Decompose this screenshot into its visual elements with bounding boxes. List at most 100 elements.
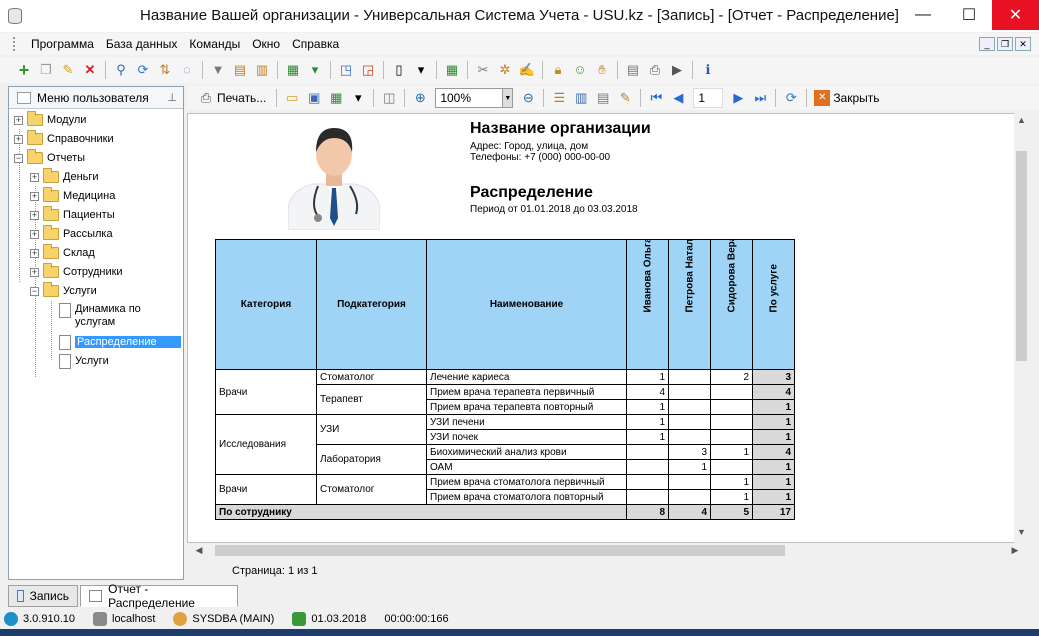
filter-remove-icon[interactable]: ▥ [254,62,270,78]
pin-icon[interactable]: ⊥ [167,91,177,104]
tree-item-reports[interactable]: − Отчеты [14,149,85,167]
expand-icon[interactable]: + [30,248,39,258]
menu-help[interactable]: Справка [286,37,345,51]
table-icon[interactable]: ▤ [625,62,641,78]
scroll-down-icon[interactable]: ▼ [1014,527,1029,543]
report-viewer: Название организации Адрес: Город, улица… [187,113,1029,543]
scroll-thumb[interactable] [1016,151,1027,361]
info-icon[interactable]: ℹ [700,62,716,78]
sort-icon[interactable]: ⇅ [157,62,173,78]
new-window-icon[interactable]: ◳ [338,62,354,78]
export-menu-icon[interactable]: ▾ [350,90,366,106]
zoom-out-icon[interactable]: ⊖ [520,90,536,106]
vertical-scrollbar[interactable]: ▲ ▼ [1014,113,1029,543]
expand-icon[interactable]: + [30,229,39,239]
scroll-up-icon[interactable]: ▲ [1014,115,1029,131]
collapse-icon[interactable]: − [30,286,39,296]
totals-label: По сотруднику [215,504,627,520]
menu-database[interactable]: База данных [100,37,183,51]
close-window-button[interactable]: ✕ [992,0,1039,30]
expand-icon[interactable]: + [30,191,39,201]
scroll-left-icon[interactable]: ◀ [191,543,207,558]
column-chooser-icon[interactable]: ▯ [391,62,407,78]
tree-item-services-report[interactable]: Услуги [59,352,109,370]
save-icon[interactable]: ▣ [306,90,322,106]
edit-pencil-icon[interactable]: ✎ [60,62,76,78]
scroll-right-icon[interactable]: ▶ [1007,543,1023,558]
window-close-icon[interactable]: ◲ [360,62,376,78]
mdi-restore-button[interactable]: ❐ [997,37,1013,51]
tree-item-medicine[interactable]: + Медицина [30,187,115,205]
media-icon[interactable]: ▶ [669,62,685,78]
scroll-thumb[interactable] [215,545,785,556]
close-report-icon[interactable]: ✕ [814,90,831,106]
export-icon[interactable]: ▦ [328,90,344,106]
page-layout-icon[interactable]: ▥ [573,90,589,106]
tree-item-services-dynamics[interactable]: Динамика по услугам [59,303,155,333]
last-page-icon[interactable]: ⏭ [752,90,768,106]
preview-icon[interactable]: ◫ [381,90,397,106]
expand-icon[interactable]: + [30,210,39,220]
delete-icon[interactable]: ✕ [82,62,98,78]
menu-window[interactable]: Окно [246,37,286,51]
maximize-button[interactable]: ☐ [946,0,992,30]
add-icon[interactable]: + [16,61,32,79]
expand-icon[interactable]: + [30,267,39,277]
menu-program[interactable]: Программа [25,37,100,51]
tree-item-services[interactable]: − Услуги [30,282,97,300]
settings-icon[interactable]: ✲ [497,62,513,78]
calendar-icon[interactable]: ▦ [444,62,460,78]
search-icon[interactable]: ⚲ [113,62,129,78]
tree-item-distribution[interactable]: Распределение [59,333,181,351]
tab-report-distribution[interactable]: Отчет - Распределение [80,582,238,610]
filter-icon[interactable]: ▼ [210,62,226,78]
filter-add-icon[interactable]: ▤ [232,62,248,78]
export-excel-icon[interactable]: ▦ [285,62,301,78]
page-number-input[interactable]: 1 [693,88,724,108]
comment-icon[interactable]: ◌ [179,62,195,78]
print-icon[interactable]: ⎙ [647,62,663,78]
users-icon[interactable]: ☺ [572,62,588,78]
print-button[interactable]: Печать... [217,91,266,105]
print-icon[interactable]: ⎙ [198,90,214,106]
close-report-button[interactable]: Закрыть [833,91,879,105]
refresh-icon[interactable]: ⟳ [135,62,151,78]
expand-icon[interactable]: + [30,172,39,182]
expand-icon[interactable]: + [14,115,23,125]
refresh-icon[interactable]: ⟳ [783,90,799,106]
menu-bar: Программа База данных Команды Окно Справ… [0,33,1039,55]
tree-item-patients[interactable]: + Пациенты [30,206,115,224]
collapse-icon[interactable]: − [14,153,23,163]
toolbar-grip[interactable] [13,37,19,51]
zoom-select[interactable]: 100% ▼ [435,88,514,108]
handshake-icon[interactable]: ✋︎ [594,62,610,78]
mdi-minimize-button[interactable]: _ [979,37,995,51]
chevron-down-icon[interactable]: ▼ [502,89,513,107]
tree-item-directories[interactable]: + Справочники [14,130,114,148]
lock-icon[interactable]: 🔒︎ [550,62,566,78]
menu-commands[interactable]: Команды [183,37,246,51]
horizontal-scrollbar[interactable]: ◀ ▶ [187,543,1029,558]
first-page-icon[interactable]: ⏮ [648,90,664,106]
tools-icon[interactable]: ✂ [475,62,491,78]
outline-icon[interactable]: ☰ [551,90,567,106]
prev-page-icon[interactable]: ◀ [670,90,686,106]
tab-record[interactable]: Запись [8,585,78,607]
edit-report-icon[interactable]: ✎ [617,90,633,106]
tree-item-warehouse[interactable]: + Склад [30,244,95,262]
tree-item-employees[interactable]: + Сотрудники [30,263,123,281]
open-folder-icon[interactable]: ▭ [284,90,300,106]
next-page-icon[interactable]: ▶ [730,90,746,106]
note-edit-icon[interactable]: ✍ [519,62,535,78]
tree-item-money[interactable]: + Деньги [30,168,99,186]
mdi-close-button[interactable]: ✕ [1015,37,1031,51]
tree-item-modules[interactable]: + Модули [14,111,86,129]
copy-icon[interactable]: ❐ [38,62,54,78]
expand-icon[interactable]: + [14,134,23,144]
column-menu-icon[interactable]: ▾ [413,62,429,78]
tree-item-mailing[interactable]: + Рассылка [30,225,113,243]
zoom-in-icon[interactable]: ⊕ [412,90,428,106]
page-setup-icon[interactable]: ▤ [595,90,611,106]
minimize-button[interactable]: — [900,0,946,30]
export-menu-icon[interactable]: ▾ [307,62,323,78]
